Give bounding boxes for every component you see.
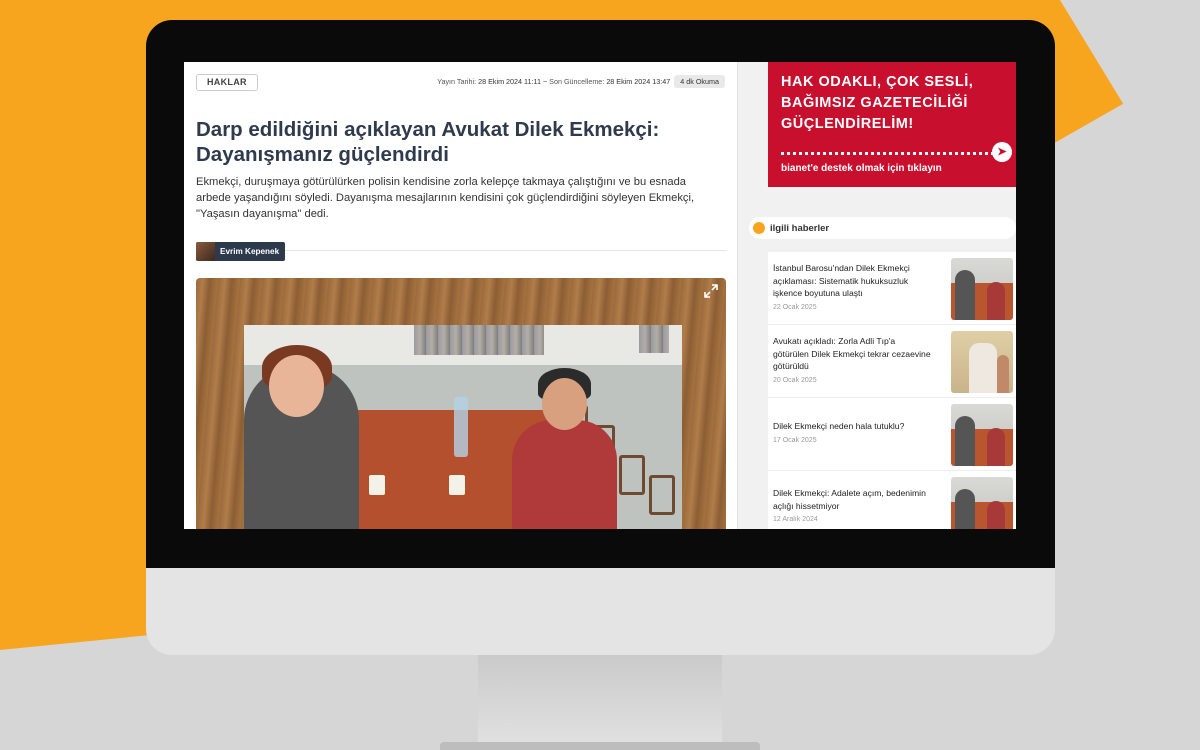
updated-label: Son Güncelleme: [549,77,605,86]
blurred-faces [414,325,544,355]
photo-person-right [512,368,617,529]
monitor-chin [146,568,1055,655]
related-item-date: 12 Aralık 2024 [773,516,818,523]
article-lead: Ekmekçi, duruşmaya götürülürken polisin … [196,176,695,220]
bullet-dot-icon [753,222,765,234]
related-item[interactable]: Avukatı açıkladı: Zorla Adli Tıp'a götür… [768,325,1016,398]
promo-link[interactable]: bianet'e destek olmak için tıklayın [781,163,942,174]
thumb-figure [987,501,1005,529]
photo-cup [369,475,385,495]
photo-person-left [244,345,359,529]
thumb-figure [955,489,975,529]
photo-print [244,325,682,529]
thumb-figure [955,270,975,320]
monitor-stand-base [440,742,760,750]
author-badge[interactable]: Evrim Kepenek [196,242,286,261]
related-item-title[interactable]: Dilek Ekmekçi: Adalete açım, bedenimin a… [773,487,933,512]
support-promo-banner[interactable]: HAK ODAKLI, ÇOK SESLİ, BAĞIMSIZ GAZETECİ… [768,62,1016,187]
promo-text: HAK ODAKLI, ÇOK SESLİ, BAĞIMSIZ GAZETECİ… [781,74,974,132]
related-item-title[interactable]: Avukatı açıkladı: Zorla Adli Tıp'a götür… [773,335,933,373]
related-item-title[interactable]: İstanbul Barosu'ndan Dilek Ekmekçi açıkl… [773,262,933,300]
thumb-figure [987,428,1005,466]
related-item-date: 22 Ocak 2025 [773,304,817,311]
related-item[interactable]: Dilek Ekmekçi: Adalete açım, bedenimin a… [768,471,1016,529]
related-item[interactable]: İstanbul Barosu'ndan Dilek Ekmekçi açıkl… [768,252,1016,325]
person-head [269,355,324,417]
author-name: Evrim Kepenek [220,247,280,256]
updated-date: 28 Ekim 2024 13:47 [606,77,671,86]
expand-icon[interactable] [704,284,718,298]
related-item-title[interactable]: Dilek Ekmekçi neden hala tutuklu? [773,420,933,433]
promo-dotted-line [781,152,994,155]
related-item-thumbnail[interactable] [951,477,1013,529]
browser-screen: HAKLAR Yayın Tarihi: 28 Ekim 2024 11:11 … [184,62,1016,529]
blurred-faces [639,325,669,353]
article-meta: Yayın Tarihi: 28 Ekim 2024 11:11 ~ Son G… [437,75,725,88]
thumb-figure [987,282,1005,320]
related-news-list: İstanbul Barosu'ndan Dilek Ekmekçi açıkl… [768,252,1016,529]
published-label: Yayın Tarihi: [437,77,477,86]
related-item-thumbnail[interactable] [951,404,1013,466]
meta-separator: ~ [542,77,548,86]
person-head [542,378,587,430]
article-column: HAKLAR Yayın Tarihi: 28 Ekim 2024 11:11 … [184,62,738,529]
photo-chair [619,455,645,495]
photo-chair [649,475,675,515]
thumb-figure [969,343,997,393]
related-item[interactable]: Dilek Ekmekçi neden hala tutuklu? 17 Oca… [768,398,1016,471]
article-title: Darp edildiğini açıklayan Avukat Dilek E… [196,118,660,166]
category-tag[interactable]: HAKLAR [196,74,258,91]
related-news-header: ilgili haberler [749,217,1016,239]
author-avatar [196,242,215,261]
published-date: 28 Ekim 2024 11:11 [478,77,541,86]
related-heading: ilgili haberler [770,222,830,234]
photo-bottle [454,397,468,457]
related-item-thumbnail[interactable] [951,331,1013,393]
article-photo[interactable] [196,278,726,529]
related-item-thumbnail[interactable] [951,258,1013,320]
cursor-click-icon: ➤ [992,142,1012,162]
thumb-figure [955,416,975,466]
thumb-figure [997,355,1009,393]
related-item-date: 17 Ocak 2025 [773,437,817,444]
photo-cup [449,475,465,495]
read-time-badge: 4 dk Okuma [674,75,725,88]
related-item-date: 20 Ocak 2025 [773,377,817,384]
monitor-stand [478,650,722,750]
